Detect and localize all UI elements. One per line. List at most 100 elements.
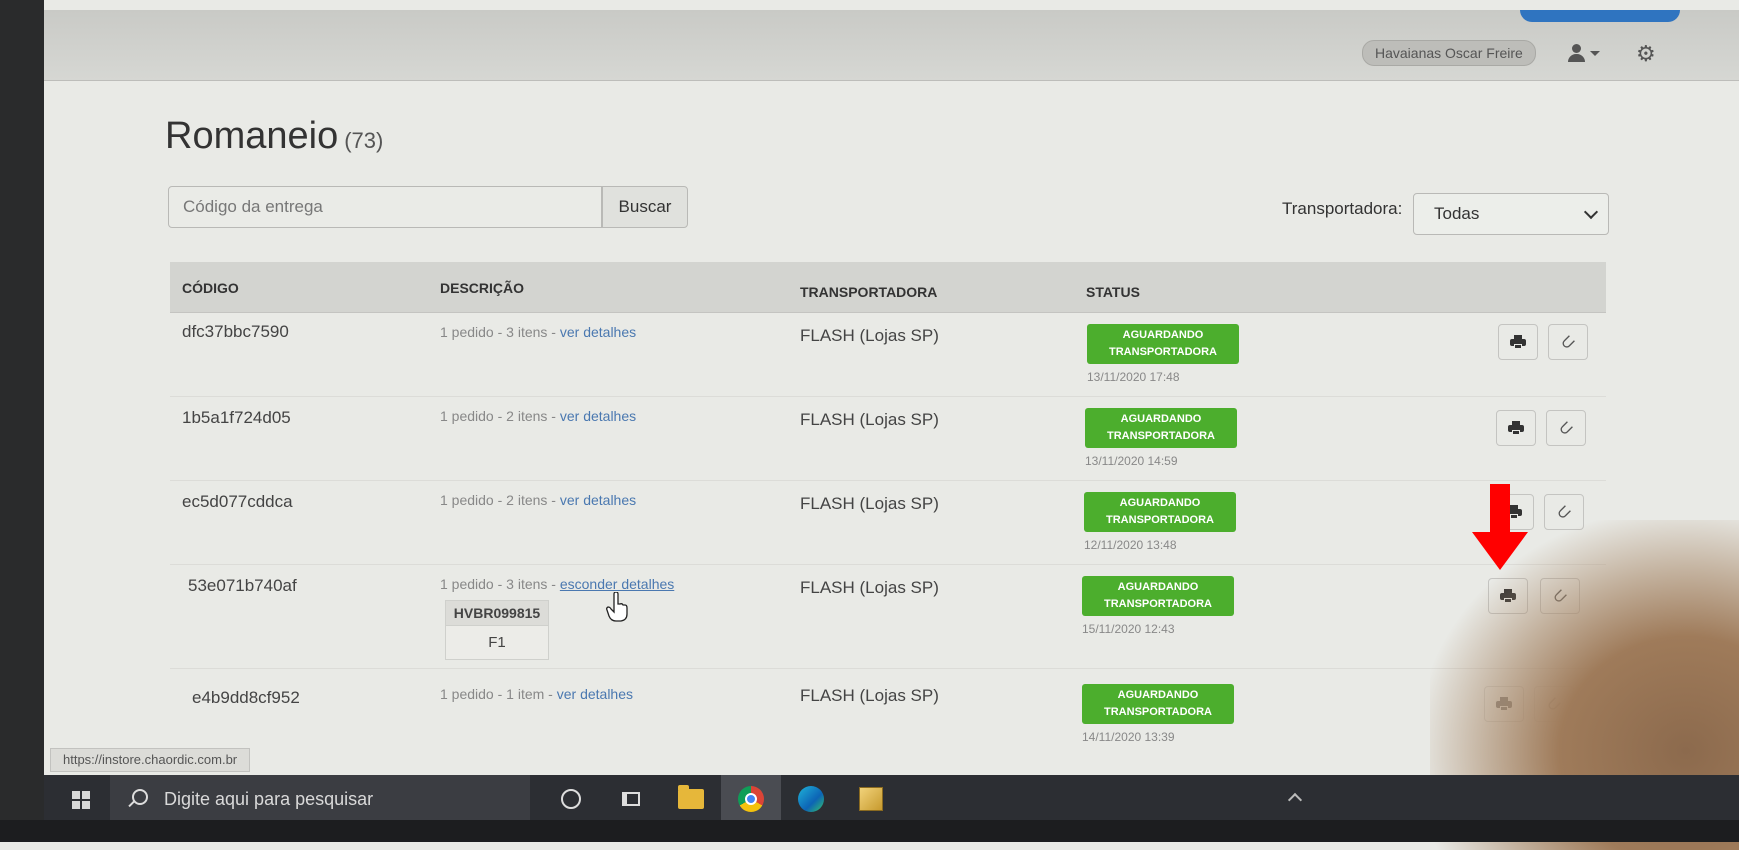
table-row: dfc37bbc7590 1 pedido - 3 itens - ver de… [170,312,1606,397]
chrome-icon [738,786,764,812]
status-date: 14/11/2020 13:39 [1082,730,1175,744]
cortana-button[interactable] [541,775,601,823]
edge-icon [798,786,824,812]
status-badge-line2: TRANSPORTADORA [1106,514,1214,526]
attach-button[interactable]: ⊂ [1540,578,1580,614]
print-button[interactable] [1498,324,1538,360]
column-header-code: CÓDIGO [182,280,239,296]
delivery-code: 53e071b740af [188,576,297,595]
table-row: 1b5a1f724d05 1 pedido - 2 itens - ver de… [170,396,1606,481]
status-badge-line1: AGUARDANDO [1117,581,1199,593]
page-title-count: (73) [344,128,384,153]
details-link[interactable]: ver detalhes [557,686,633,702]
app-button[interactable] [841,775,901,823]
table-row: 53e071b740af 1 pedido - 3 itens - escond… [170,564,1606,669]
status-badge-line1: AGUARDANDO [1122,329,1204,341]
order-detail-box: HVBR099815 F1 [445,600,549,660]
print-button[interactable] [1484,686,1524,722]
description-text: 1 pedido - 3 itens - [440,324,560,340]
status-badge: AGUARDANDO TRANSPORTADORA [1082,576,1234,616]
task-view-icon [622,792,640,806]
status-badge: AGUARDANDO TRANSPORTADORA [1087,324,1239,364]
status-cell: AGUARDANDO TRANSPORTADORA 15/11/2020 12:… [1082,576,1234,636]
description-text: 1 pedido - 1 item - [440,686,557,702]
windows-start-icon[interactable] [72,791,90,809]
printer-icon [1510,335,1526,349]
attach-button[interactable]: ⊂ [1548,324,1588,360]
status-badge-line1: AGUARDANDO [1120,413,1202,425]
carrier-name: FLASH (Lojas SP) [800,326,939,345]
tray-expand-icon[interactable] [1287,792,1303,808]
hide-details-link[interactable]: esconder detalhes [560,576,674,592]
status-bar-url: https://instore.chaordic.com.br [50,748,251,772]
column-header-description: DESCRIÇÃO [440,280,525,296]
monitor-bottom-bezel [0,820,1739,842]
top-navbar: Havaianas Oscar Freire ⚙ [44,10,1739,81]
carrier-filter-label: Transportadora: [1282,199,1403,218]
edge-button[interactable] [781,775,841,823]
status-badge-line2: TRANSPORTADORA [1104,706,1212,718]
monitor-left-bezel [0,0,44,842]
description: 1 pedido - 3 itens - ver detalhes [440,324,636,340]
taskbar-search-box[interactable]: Digite aqui para pesquisar [110,775,530,823]
store-name-badge[interactable]: Havaianas Oscar Freire [1362,40,1536,66]
carrier-name: FLASH (Lojas SP) [800,410,939,429]
delivery-code: ec5d077cddca [182,492,293,511]
gear-icon[interactable]: ⚙ [1636,42,1656,66]
status-cell: AGUARDANDO TRANSPORTADORA 12/11/2020 13:… [1084,492,1236,552]
attach-button[interactable]: ⊂ [1534,686,1574,722]
delivery-code: e4b9dd8cf952 [192,688,300,707]
page-title: Romaneio (73) [165,115,383,158]
description: 1 pedido - 1 item - ver detalhes [440,686,633,702]
description: 1 pedido - 3 itens - esconder detalhes [440,576,674,592]
table-header: CÓDIGO DESCRIÇÃO TRANSPORTADORA STATUS [170,262,1606,313]
task-view-button[interactable] [601,775,661,823]
status-badge-line2: TRANSPORTADORA [1109,346,1217,358]
hand-cursor-icon [606,592,628,622]
carrier-name: FLASH (Lojas SP) [800,686,939,705]
windows-taskbar: Digite aqui para pesquisar [44,775,1739,823]
status-badge-line2: TRANSPORTADORA [1107,430,1215,442]
print-button[interactable] [1488,578,1528,614]
file-explorer-button[interactable] [661,775,721,823]
chevron-down-icon [1590,51,1600,56]
user-icon[interactable] [1566,42,1606,66]
chrome-button[interactable] [721,775,781,823]
paperclip-icon: ⊂ [1553,415,1579,441]
chevron-down-icon [1583,204,1599,220]
app-icon [859,787,883,811]
attach-button[interactable]: ⊂ [1546,410,1586,446]
carrier-filter-select[interactable]: Todas [1413,193,1609,235]
status-date: 13/11/2020 14:59 [1085,454,1178,468]
status-badge-line1: AGUARDANDO [1119,497,1201,509]
status-date: 15/11/2020 12:43 [1082,622,1175,636]
search-icon [132,789,148,805]
search-input[interactable]: Código da entrega [168,186,602,228]
details-link[interactable]: ver detalhes [560,492,636,508]
carrier-name: FLASH (Lojas SP) [800,494,939,513]
details-link[interactable]: ver detalhes [560,408,636,424]
paperclip-icon: ⊂ [1555,329,1581,355]
description: 1 pedido - 2 itens - ver detalhes [440,408,636,424]
delivery-code: dfc37bbc7590 [182,322,289,341]
folder-icon [678,785,704,809]
top-accent-button[interactable] [1520,10,1680,22]
carrier-name: FLASH (Lojas SP) [800,578,939,597]
print-button[interactable] [1496,410,1536,446]
status-cell: AGUARDANDO TRANSPORTADORA 13/11/2020 17:… [1087,324,1239,384]
printer-icon [1496,697,1512,711]
paperclip-icon: ⊂ [1541,691,1567,717]
status-date: 13/11/2020 17:48 [1087,370,1180,384]
search-button[interactable]: Buscar [602,186,688,228]
details-link[interactable]: ver detalhes [560,324,636,340]
attach-button[interactable]: ⊂ [1544,494,1584,530]
description-text: 1 pedido - 2 itens - [440,408,560,424]
taskbar-search-placeholder: Digite aqui para pesquisar [164,789,374,809]
page-title-text: Romaneio [165,115,339,157]
carrier-filter-value: Todas [1434,204,1480,223]
status-badge-line1: AGUARDANDO [1117,689,1199,701]
cortana-icon [561,789,581,809]
red-arrow-annotation-icon [1472,484,1528,570]
status-badge-line2: TRANSPORTADORA [1104,598,1212,610]
order-sub: F1 [446,625,548,659]
